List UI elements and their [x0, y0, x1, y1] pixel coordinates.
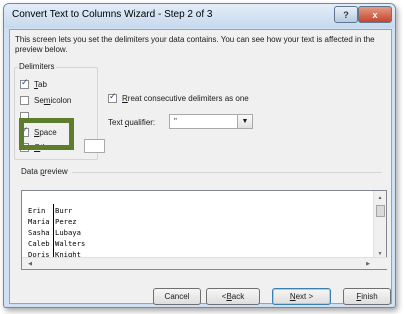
preview-row: Caleb Walters	[28, 238, 85, 249]
text-qualifier-select[interactable]: " ▼	[169, 114, 253, 129]
semicolon-checkbox[interactable]	[20, 96, 29, 105]
preview-first-name: Maria	[28, 217, 50, 226]
semicolon-checkbox-row[interactable]: Semicolon	[20, 96, 71, 105]
treat-consecutive-checkbox[interactable]	[108, 92, 117, 103]
delimiters-legend: Delimiters	[18, 62, 56, 71]
space-highlight-box	[19, 118, 74, 150]
tab-checkbox[interactable]	[20, 78, 29, 89]
treat-consecutive-label: Rreat consecutive delimiters as one	[122, 94, 249, 103]
help-button[interactable]: ?	[334, 6, 358, 23]
dialog-body: This screen lets you set the delimiters …	[9, 29, 392, 305]
preview-row: Erin Burr	[28, 205, 85, 216]
data-preview-divider	[72, 172, 382, 173]
scroll-up-icon[interactable]: ▲	[374, 193, 386, 203]
close-button[interactable]: x	[358, 6, 392, 23]
back-button[interactable]: < Back	[206, 288, 260, 305]
other-delimiter-input[interactable]	[84, 139, 105, 153]
preview-last-name: Perez	[55, 217, 77, 226]
preview-last-name: Walters	[55, 239, 86, 248]
data-preview-box[interactable]: Erin Burr Maria Perez Sasha Lubaya Caleb Walter…	[21, 190, 388, 270]
data-preview-content: Erin Burr Maria Perez Sasha Lubaya Caleb Walter…	[28, 205, 85, 260]
scroll-right-icon[interactable]: ▶	[362, 258, 374, 269]
scroll-thumb[interactable]	[376, 205, 385, 217]
vertical-scrollbar[interactable]: ▲ ▼	[373, 191, 386, 259]
cancel-button[interactable]: Cancel	[153, 288, 201, 305]
tab-checkbox-row[interactable]: Tab	[20, 78, 47, 89]
chevron-down-icon[interactable]: ▼	[237, 115, 252, 128]
window-title: Convert Text to Columns Wizard - Step 2 …	[12, 9, 213, 20]
preview-row: Sasha Lubaya	[28, 227, 85, 238]
convert-text-wizard-dialog: Convert Text to Columns Wizard - Step 2 …	[3, 3, 396, 308]
semicolon-label: Semicolon	[34, 96, 72, 105]
instructions-text: This screen lets you set the delimiters …	[15, 35, 375, 54]
text-qualifier-value: "	[174, 117, 177, 126]
title-bar[interactable]: Convert Text to Columns Wizard - Step 2 …	[4, 4, 395, 28]
preview-row: Maria Perez	[28, 216, 85, 227]
preview-first-name: Caleb	[28, 239, 50, 248]
text-qualifier-label: Text qualifier:	[108, 118, 156, 127]
scroll-left-icon[interactable]: ◀	[24, 258, 36, 269]
treat-consecutive-row[interactable]: Rreat consecutive delimiters as one	[108, 92, 249, 103]
help-icon: ?	[343, 9, 349, 20]
preview-first-name: Erin	[28, 206, 46, 215]
next-button[interactable]: Next >	[272, 288, 331, 305]
preview-last-name: Lubaya	[55, 228, 81, 237]
tab-label: Tab	[34, 80, 47, 89]
finish-button[interactable]: Finish	[343, 288, 391, 305]
horizontal-scrollbar[interactable]: ◀ ▶	[22, 257, 388, 269]
preview-first-name: Sasha	[28, 228, 50, 237]
preview-last-name: Burr	[55, 206, 73, 215]
close-icon: x	[372, 9, 378, 20]
column-break-line[interactable]	[53, 204, 54, 260]
data-preview-label: Data preview	[21, 167, 68, 176]
